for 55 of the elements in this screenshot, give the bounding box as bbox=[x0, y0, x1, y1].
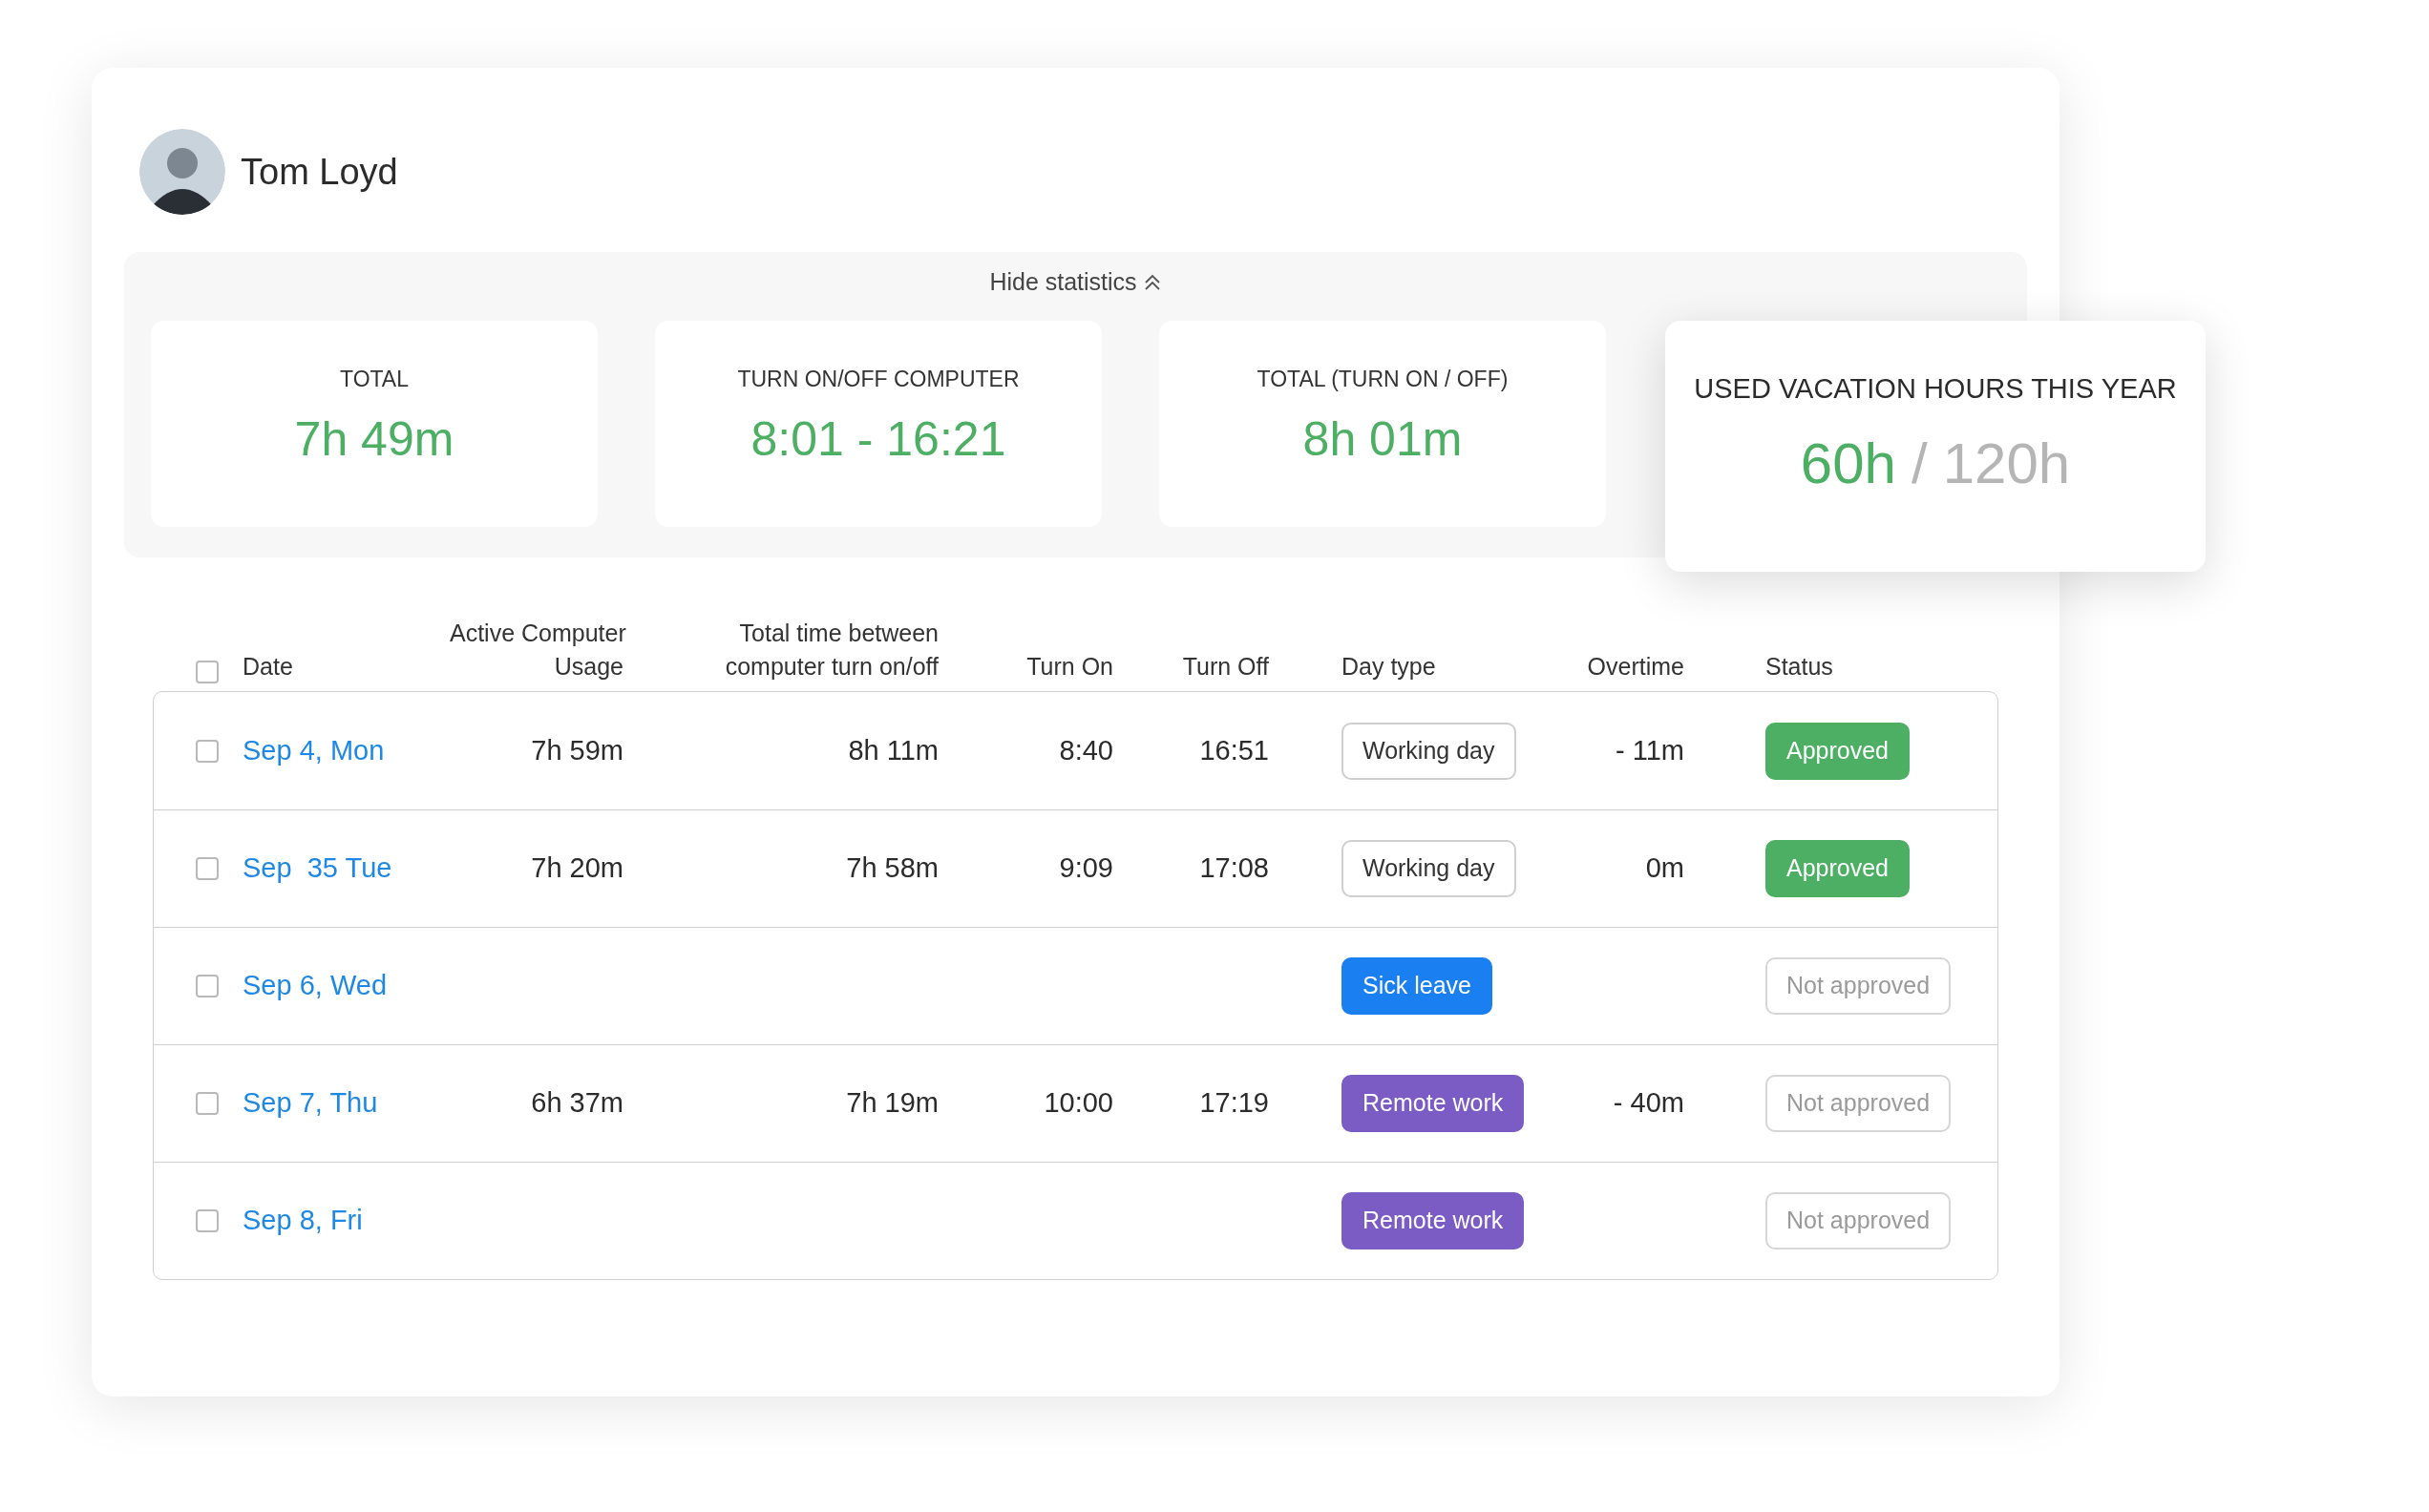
day-type-tag: Remote work bbox=[1341, 1192, 1525, 1250]
day-type-tag: Remote work bbox=[1341, 1075, 1525, 1132]
table-cell-text: 7h 58m bbox=[845, 851, 939, 886]
column-header: Turn On bbox=[1025, 652, 1113, 682]
total-hours: 120h bbox=[1942, 430, 2071, 497]
stat-label: TURN ON/OFF COMPUTER bbox=[737, 366, 1020, 393]
status-badge: Not approved bbox=[1765, 1192, 1952, 1250]
table-cell-text: 16:51 bbox=[1198, 733, 1269, 767]
table-cell-text: - 11m bbox=[1615, 733, 1684, 767]
stat-value: 8h 01m bbox=[1302, 411, 1463, 468]
day-type-tag: Sick leave bbox=[1341, 957, 1492, 1015]
date-link[interactable]: Sep 6, Wed bbox=[243, 965, 450, 1007]
day-type-tag: Working day bbox=[1341, 840, 1516, 897]
checkbox[interactable] bbox=[196, 661, 219, 683]
stat-label: TOTAL (TURN ON / OFF) bbox=[1257, 366, 1509, 393]
used-hours: 60h bbox=[1800, 430, 1896, 497]
status-badge: Approved bbox=[1765, 840, 1911, 897]
table-cell-text: 6h 37m bbox=[530, 1086, 623, 1121]
table-cell-text: 9:09 bbox=[1058, 851, 1113, 886]
table-cell-text: 17:19 bbox=[1198, 1086, 1269, 1121]
date-link[interactable]: Sep 7, Thu bbox=[243, 1082, 450, 1124]
status-badge: Not approved bbox=[1765, 957, 1952, 1015]
checkbox[interactable] bbox=[196, 739, 219, 763]
date-link[interactable]: Sep 35 Tue bbox=[243, 848, 450, 890]
table-cell-text: 7h 19m bbox=[845, 1086, 939, 1121]
stat-label: TOTAL bbox=[340, 366, 409, 393]
vacation-label: USED VACATION HOURS THIS YEAR bbox=[1694, 372, 2177, 406]
user-name: Tom Loyd bbox=[241, 150, 398, 194]
column-header: Turn Off bbox=[1181, 652, 1269, 682]
table-cell-text: 17:08 bbox=[1198, 851, 1269, 886]
column-header: Date bbox=[243, 652, 294, 682]
hide-statistics-button[interactable]: Hide statistics bbox=[989, 265, 1162, 300]
table-cell-text: 10:00 bbox=[1043, 1086, 1113, 1121]
date-link[interactable]: Sep 4, Mon bbox=[243, 729, 450, 772]
date-link[interactable]: Sep 8, Fri bbox=[243, 1200, 450, 1242]
status-badge: Not approved bbox=[1765, 1075, 1952, 1132]
column-header: Status bbox=[1765, 652, 1834, 682]
table-cell-text: 8:40 bbox=[1058, 733, 1113, 767]
separator: / bbox=[1911, 430, 1928, 497]
table-cell-text: 7h 20m bbox=[530, 851, 623, 886]
checkbox[interactable] bbox=[196, 857, 219, 880]
column-header: Total time between computer turn on/off bbox=[724, 619, 939, 682]
stat-value: 8:01 - 16:21 bbox=[750, 411, 1006, 468]
day-type-tag: Working day bbox=[1341, 722, 1516, 780]
status-badge: Approved bbox=[1765, 722, 1911, 780]
stat-value: 7h 49m bbox=[294, 411, 454, 468]
table-cell-text: 8h 11m bbox=[847, 733, 939, 767]
table-cell-text: - 40m bbox=[1612, 1086, 1684, 1121]
table-cell-text: 7h 59m bbox=[530, 733, 623, 767]
checkbox[interactable] bbox=[196, 975, 219, 998]
column-header: Day type bbox=[1341, 652, 1437, 682]
column-header: Overtime bbox=[1586, 652, 1684, 682]
checkbox[interactable] bbox=[196, 1209, 219, 1232]
checkbox[interactable] bbox=[196, 1092, 219, 1115]
table-cell-text: 0m bbox=[1644, 851, 1684, 886]
